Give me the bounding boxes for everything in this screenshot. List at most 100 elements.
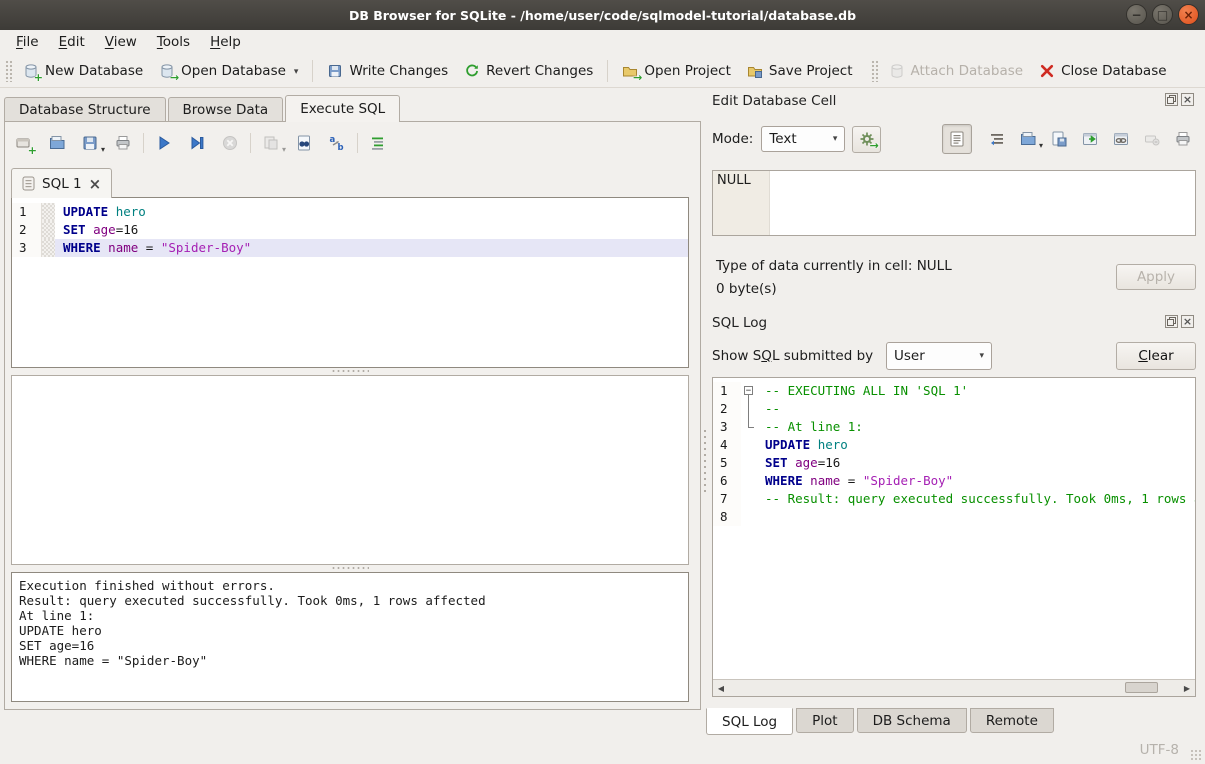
apply-button: Apply: [1116, 264, 1196, 290]
replace-icon[interactable]: ab: [328, 134, 346, 152]
resize-grip[interactable]: [1190, 749, 1203, 762]
revert-changes-icon: [464, 63, 480, 79]
sql-editor[interactable]: 1UPDATE hero2SET age=163WHERE name = "Sp…: [11, 197, 689, 368]
code-line: 1-- EXECUTING ALL IN 'SQL 1': [713, 382, 1195, 400]
mode-select[interactable]: Text ▾: [761, 126, 845, 152]
revert-changes-label: Revert Changes: [486, 63, 593, 79]
execute-all-icon[interactable]: [155, 134, 173, 152]
results-log-splitter[interactable]: [11, 565, 689, 571]
print-cell-icon[interactable]: [1174, 130, 1192, 148]
sql-tab-close-icon[interactable]: ×: [89, 178, 102, 190]
edit-cell-float-icon[interactable]: [1165, 93, 1178, 106]
log-horizontal-scrollbar[interactable]: ◀ ▶: [713, 679, 1195, 696]
cell-text-area[interactable]: [770, 171, 1195, 235]
toolbar-separator: [312, 60, 313, 82]
code-line: 3-- At line 1:: [713, 418, 1195, 436]
write-changes-button[interactable]: Write Changes: [319, 59, 456, 83]
toolbar-drag-handle[interactable]: [871, 60, 878, 82]
tab-execute-sql[interactable]: Execute SQL: [285, 95, 400, 122]
execute-current-line-icon[interactable]: [188, 134, 206, 152]
tab-plot[interactable]: Plot: [796, 708, 853, 733]
menu-file[interactable]: File: [6, 32, 49, 52]
filter-label: Show SQL submitted by: [712, 348, 873, 364]
scroll-left-icon[interactable]: ◀: [713, 681, 729, 696]
pane-splitter[interactable]: [702, 428, 708, 492]
open-project-button[interactable]: → Open Project: [614, 59, 739, 83]
query-results-panel: [11, 375, 689, 565]
open-project-label: Open Project: [644, 63, 731, 79]
new-database-button[interactable]: + New Database: [15, 59, 151, 83]
write-changes-label: Write Changes: [349, 63, 448, 79]
mode-label: Mode:: [712, 131, 753, 147]
attach-database-icon: [889, 63, 905, 79]
cell-toolbar: ▾: [942, 124, 1192, 154]
export-cell-data-icon[interactable]: [1050, 130, 1068, 148]
open-database-icon: →: [159, 63, 175, 79]
new-database-label: New Database: [45, 63, 143, 79]
stop-execution-icon: [221, 134, 239, 152]
save-sql-file-icon[interactable]: ▾: [81, 134, 99, 152]
clear-log-button[interactable]: Clear: [1116, 342, 1196, 370]
minimize-button[interactable]: −: [1126, 4, 1147, 25]
title-bar: DB Browser for SQLite - /home/user/code/…: [0, 0, 1205, 30]
main-tab-bar: Database Structure Browse Data Execute S…: [4, 95, 402, 122]
save-project-button[interactable]: Save Project: [739, 59, 861, 83]
close-database-button[interactable]: Close Database: [1031, 59, 1174, 83]
tab-browse-data[interactable]: Browse Data: [168, 97, 284, 122]
tab-database-structure[interactable]: Database Structure: [4, 97, 166, 122]
sql-document-tab[interactable]: SQL 1 ×: [11, 168, 112, 198]
menu-tools[interactable]: Tools: [147, 32, 200, 52]
cell-null-gutter: NULL: [713, 171, 770, 235]
link-data-icon[interactable]: [1112, 130, 1130, 148]
open-in-external-icon[interactable]: [1081, 130, 1099, 148]
print-sql-icon[interactable]: [114, 134, 132, 152]
code-line: 3WHERE name = "Spider-Boy": [12, 239, 688, 257]
tab-db-schema[interactable]: DB Schema: [857, 708, 967, 733]
revert-changes-button[interactable]: Revert Changes: [456, 59, 601, 83]
tab-sql-log[interactable]: SQL Log: [706, 708, 793, 735]
edit-cell-close-icon[interactable]: ×: [1181, 93, 1194, 106]
menu-view[interactable]: View: [95, 32, 147, 52]
chevron-down-icon: ▾: [979, 351, 984, 361]
submitter-select[interactable]: User ▾: [886, 342, 992, 370]
execute-sql-panel: + ▾ ▾ ab: [4, 121, 701, 710]
code-line: 1UPDATE hero: [12, 203, 688, 221]
encoding-indicator[interactable]: UTF-8: [1140, 742, 1179, 758]
word-wrap-icon[interactable]: [988, 130, 1006, 148]
sql-log-view: 1-- EXECUTING ALL IN 'SQL 1'2--3-- At li…: [712, 377, 1196, 697]
code-line: 4UPDATE hero: [713, 436, 1195, 454]
text-mode-button[interactable]: [942, 124, 972, 154]
scroll-right-icon[interactable]: ▶: [1179, 681, 1195, 696]
import-cell-data-icon[interactable]: ▾: [1019, 130, 1037, 148]
write-changes-icon: [327, 63, 343, 79]
tab-remote[interactable]: Remote: [970, 708, 1054, 733]
cell-value-editor[interactable]: NULL: [712, 170, 1196, 236]
menu-edit[interactable]: Edit: [49, 32, 95, 52]
sql-toolbar-separator: [250, 133, 251, 153]
cell-mode-row: Mode: Text ▾ → ▾: [712, 123, 1196, 155]
apply-format-button[interactable]: →: [852, 126, 881, 153]
open-sql-file-icon[interactable]: [48, 134, 66, 152]
code-line: 5SET age=16: [713, 454, 1195, 472]
sql-document-icon: [22, 176, 35, 191]
save-project-icon: [747, 63, 763, 79]
find-in-sql-icon[interactable]: [295, 134, 313, 152]
maximize-button[interactable]: □: [1152, 4, 1173, 25]
scrollbar-thumb[interactable]: [1125, 682, 1158, 693]
edit-cell-title: Edit Database Cell: [712, 93, 836, 109]
close-button[interactable]: ×: [1178, 4, 1199, 25]
open-database-dropdown-icon[interactable]: ▾: [294, 67, 299, 79]
sql-log-close-icon[interactable]: ×: [1181, 315, 1194, 328]
sql-log-float-icon[interactable]: [1165, 315, 1178, 328]
menu-help[interactable]: Help: [200, 32, 251, 52]
open-database-label: Open Database: [181, 63, 286, 79]
toolbar-drag-handle[interactable]: [5, 60, 12, 82]
execution-status-log: Execution finished without errors. Resul…: [11, 572, 689, 702]
open-sql-tab-icon[interactable]: +: [15, 134, 33, 152]
format-sql-icon[interactable]: [369, 134, 387, 152]
sql-tab-label: SQL 1: [42, 176, 82, 192]
code-line: 6WHERE name = "Spider-Boy": [713, 472, 1195, 490]
open-database-button[interactable]: → Open Database ▾: [151, 59, 306, 83]
gear-icon: →: [859, 131, 875, 147]
editor-results-splitter[interactable]: [11, 368, 689, 374]
